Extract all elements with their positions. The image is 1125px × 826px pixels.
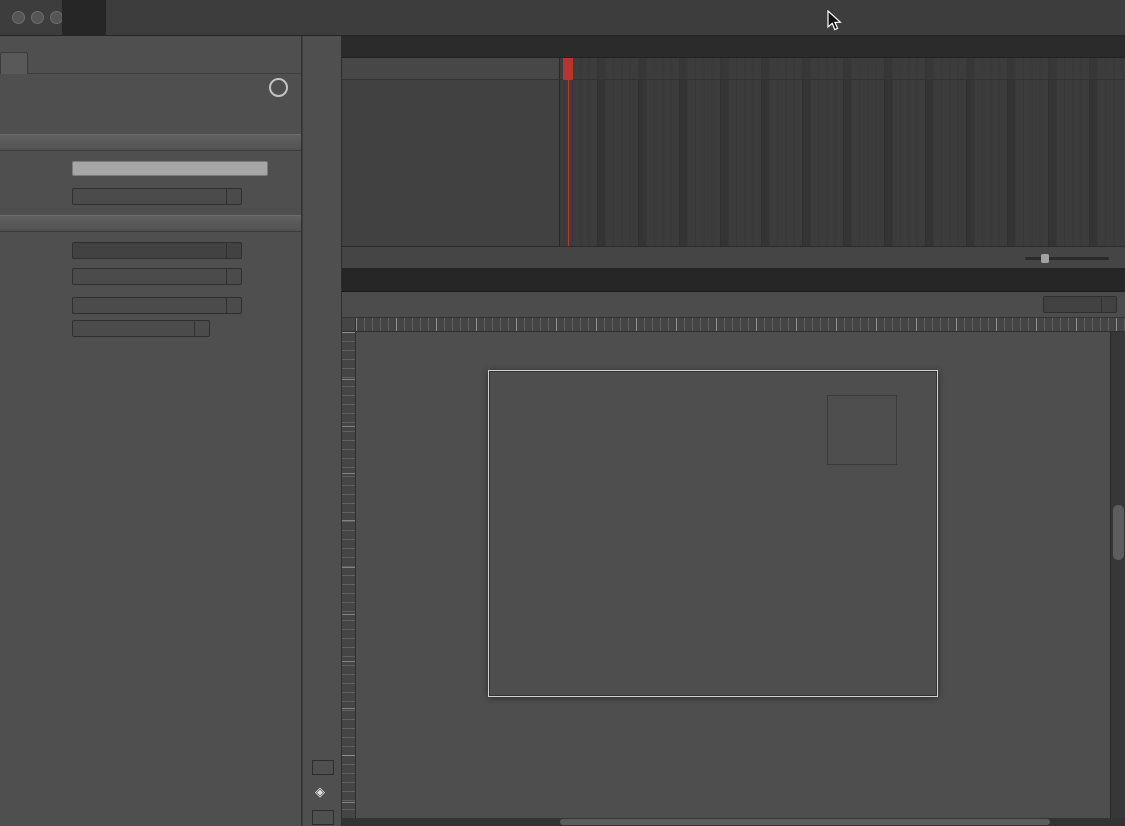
window-minimize-button[interactable]: [31, 11, 44, 24]
timeline-zoom-slider[interactable]: [1025, 257, 1109, 260]
sound-effect-select[interactable]: [72, 268, 242, 285]
dropdown-arrow-icon: [1101, 297, 1116, 312]
horizontal-scrollbar-thumb[interactable]: [560, 819, 1050, 825]
stroke-color-swatch[interactable]: [312, 760, 334, 775]
playhead-line[interactable]: [568, 80, 569, 246]
tools-panel: ◈: [302, 36, 342, 826]
stage[interactable]: [488, 370, 938, 697]
properties-tab-row: [0, 50, 301, 74]
frame-label-name-input[interactable]: [72, 161, 268, 176]
titlebar: [0, 0, 1125, 36]
sound-section-header[interactable]: [0, 215, 301, 232]
layer-list: [342, 58, 560, 246]
label-type-select[interactable]: [72, 188, 242, 205]
dropdown-arrow-icon: [226, 298, 241, 313]
fill-color-swatch[interactable]: [312, 810, 334, 825]
edit-bar: [342, 292, 1125, 318]
tab-properties[interactable]: [0, 52, 28, 74]
sound-repeat-row: [0, 320, 301, 338]
timeline-tab-bar: [342, 36, 1125, 58]
vertical-ruler: [342, 332, 356, 818]
label-type-row: [0, 188, 301, 206]
vertical-scrollbar[interactable]: [1110, 332, 1125, 818]
sound-repeat-select[interactable]: [72, 320, 210, 337]
pin-properties-button[interactable]: [269, 78, 288, 97]
document-tab-bar: [342, 268, 1125, 292]
timeline-zoom-group: [1015, 247, 1119, 269]
properties-panel: [0, 36, 302, 826]
label-section-header[interactable]: [0, 134, 301, 151]
dropdown-arrow-icon: [226, 243, 241, 258]
horizontal-scrollbar[interactable]: [342, 818, 1125, 826]
sound-name-select[interactable]: [72, 242, 242, 259]
sound-sync-select[interactable]: [72, 297, 242, 314]
frame-grid[interactable]: [560, 58, 1125, 246]
dropdown-arrow-icon: [226, 269, 241, 284]
frame-ruler[interactable]: [560, 58, 1125, 80]
vertical-scrollbar-thumb[interactable]: [1113, 505, 1124, 560]
panel-dock-strip: [0, 36, 301, 50]
timeline-toolbar: [342, 246, 1125, 268]
zoom-select[interactable]: [1043, 296, 1117, 313]
timeline-zoom-slider-handle[interactable]: [1041, 254, 1049, 263]
timeline-status-group: [806, 247, 838, 269]
sound-sync-row: [0, 297, 301, 315]
window-close-button[interactable]: [12, 11, 25, 24]
application-window: ◈: [0, 0, 1125, 826]
fill-color-icon: ◈: [315, 784, 325, 800]
label-name-row: [0, 161, 301, 179]
playhead-marker[interactable]: [563, 58, 573, 80]
sound-name-row: [0, 242, 301, 260]
ruler-corner: [342, 318, 356, 332]
app-logo: [62, 0, 106, 36]
dropdown-arrow-icon: [194, 321, 209, 336]
edit-bar-controls: [1030, 296, 1117, 313]
horizontal-ruler: [356, 318, 1125, 332]
sound-effect-row: [0, 268, 301, 286]
pasteboard[interactable]: [356, 332, 1110, 818]
yellow-rectangle-shape[interactable]: [827, 395, 897, 465]
timeline-panel: [342, 58, 1125, 246]
layer-list-header: [342, 58, 559, 80]
dropdown-arrow-icon: [226, 189, 241, 204]
